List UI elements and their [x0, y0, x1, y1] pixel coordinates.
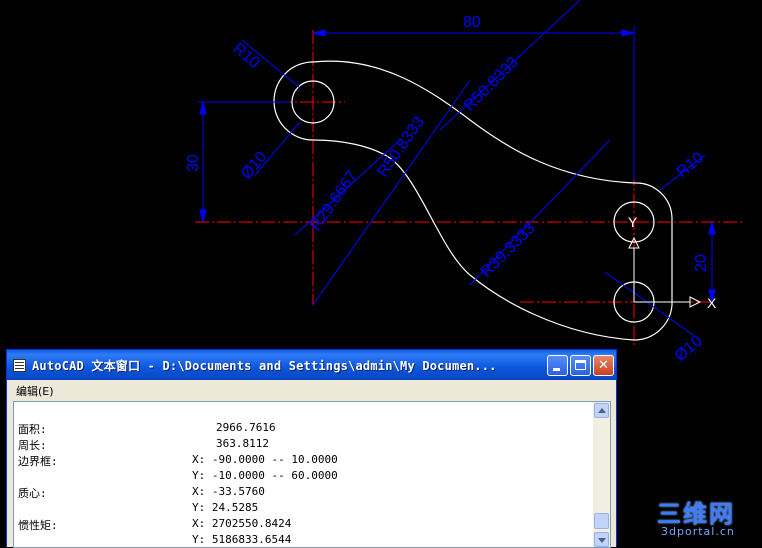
dim-r50-a-text: R50.8333: [461, 54, 522, 115]
menu-edit[interactable]: 编辑(E): [16, 383, 54, 399]
line-value-centroid-y: Y: 24.5285: [192, 501, 259, 514]
dim-30-arrow-bottom: [199, 209, 207, 223]
dim-20-text: 20: [693, 254, 710, 272]
line-label-moment: 惯性矩:: [18, 519, 58, 532]
dim-d10-right-leader: [604, 271, 701, 341]
line-value-perimeter: 363.8112: [216, 437, 269, 450]
close-button[interactable]: ✕: [593, 355, 614, 376]
window-title: AutoCAD 文本窗口 - D:\Documents and Settings…: [32, 359, 497, 373]
menubar: 编辑(E): [7, 380, 616, 400]
watermark-main: 三维网: [657, 500, 735, 528]
watermark-sub: 3dportal.cn: [661, 525, 735, 538]
scroll-thumb[interactable]: [594, 513, 609, 529]
outline-bottom-curve: [312, 139, 635, 341]
dim-30-arrow-top: [199, 101, 207, 115]
dim-r50-b-text: R50.8333: [374, 114, 428, 181]
close-icon: ✕: [598, 358, 609, 373]
dim-d10-right-text: Ø10: [672, 333, 706, 366]
minimize-icon: [553, 368, 560, 371]
scroll-up-button[interactable]: [594, 403, 609, 418]
dim-r10-top-left-text: R10: [229, 40, 262, 72]
scroll-down-button[interactable]: [594, 532, 609, 547]
dim-r10-right-text: R10: [674, 149, 707, 181]
dim-20-arrow-top: [708, 221, 716, 235]
dim-d10-left-text: Ø10: [238, 148, 271, 182]
dimension-lines: [198, 0, 716, 341]
outline-right-top-arc: [634, 182, 673, 219]
line-value-area: 2966.7616: [216, 421, 276, 434]
window-titlebar[interactable]: AutoCAD 文本窗口 - D:\Documents and Settings…: [7, 350, 616, 380]
dim-80-arrow-left: [312, 29, 326, 37]
line-value-bbox-x: X: -90.0000 -- 10.0000: [192, 453, 338, 466]
outline-top-left-arc: [273, 61, 314, 141]
line-label-bbox: 边界框:: [18, 455, 58, 468]
maximize-button[interactable]: [570, 355, 591, 376]
text-output-area[interactable]: 面积: 2966.7616 周长: 363.8112 边界框: X: -90.0…: [13, 401, 611, 548]
outline-right-bottom-arc: [633, 304, 673, 341]
dim-30-text: 30: [185, 154, 202, 172]
dim-80-text: 80: [463, 14, 481, 31]
dim-80-arrow-right: [621, 29, 635, 37]
ucs-y-label: Y: [628, 214, 638, 230]
watermark-logo: 三维网 3dportal.cn: [657, 494, 757, 544]
vertical-scrollbar[interactable]: [593, 402, 610, 547]
dim-r39-text: R39.3333: [478, 220, 539, 281]
ucs-x-label: X: [707, 295, 717, 311]
minimize-button[interactable]: [547, 355, 568, 376]
line-value-centroid-x: X: -33.5760: [192, 485, 265, 498]
autocad-text-window[interactable]: AutoCAD 文本窗口 - D:\Documents and Settings…: [6, 349, 617, 548]
line-label-centroid: 质心:: [18, 487, 47, 500]
line-value-moment-x: X: 2702550.8424: [192, 517, 292, 530]
line-value-bbox-y: Y: -10.0000 -- 60.0000: [192, 469, 338, 482]
maximize-icon: [575, 360, 586, 370]
app-icon[interactable]: [13, 359, 26, 372]
dim-r29-text: R29.6667: [307, 168, 361, 235]
line-label-perimeter: 周长:: [18, 439, 47, 452]
line-value-moment-y: Y: 5186833.6544: [192, 533, 292, 546]
line-label-area: 面积:: [18, 423, 47, 436]
